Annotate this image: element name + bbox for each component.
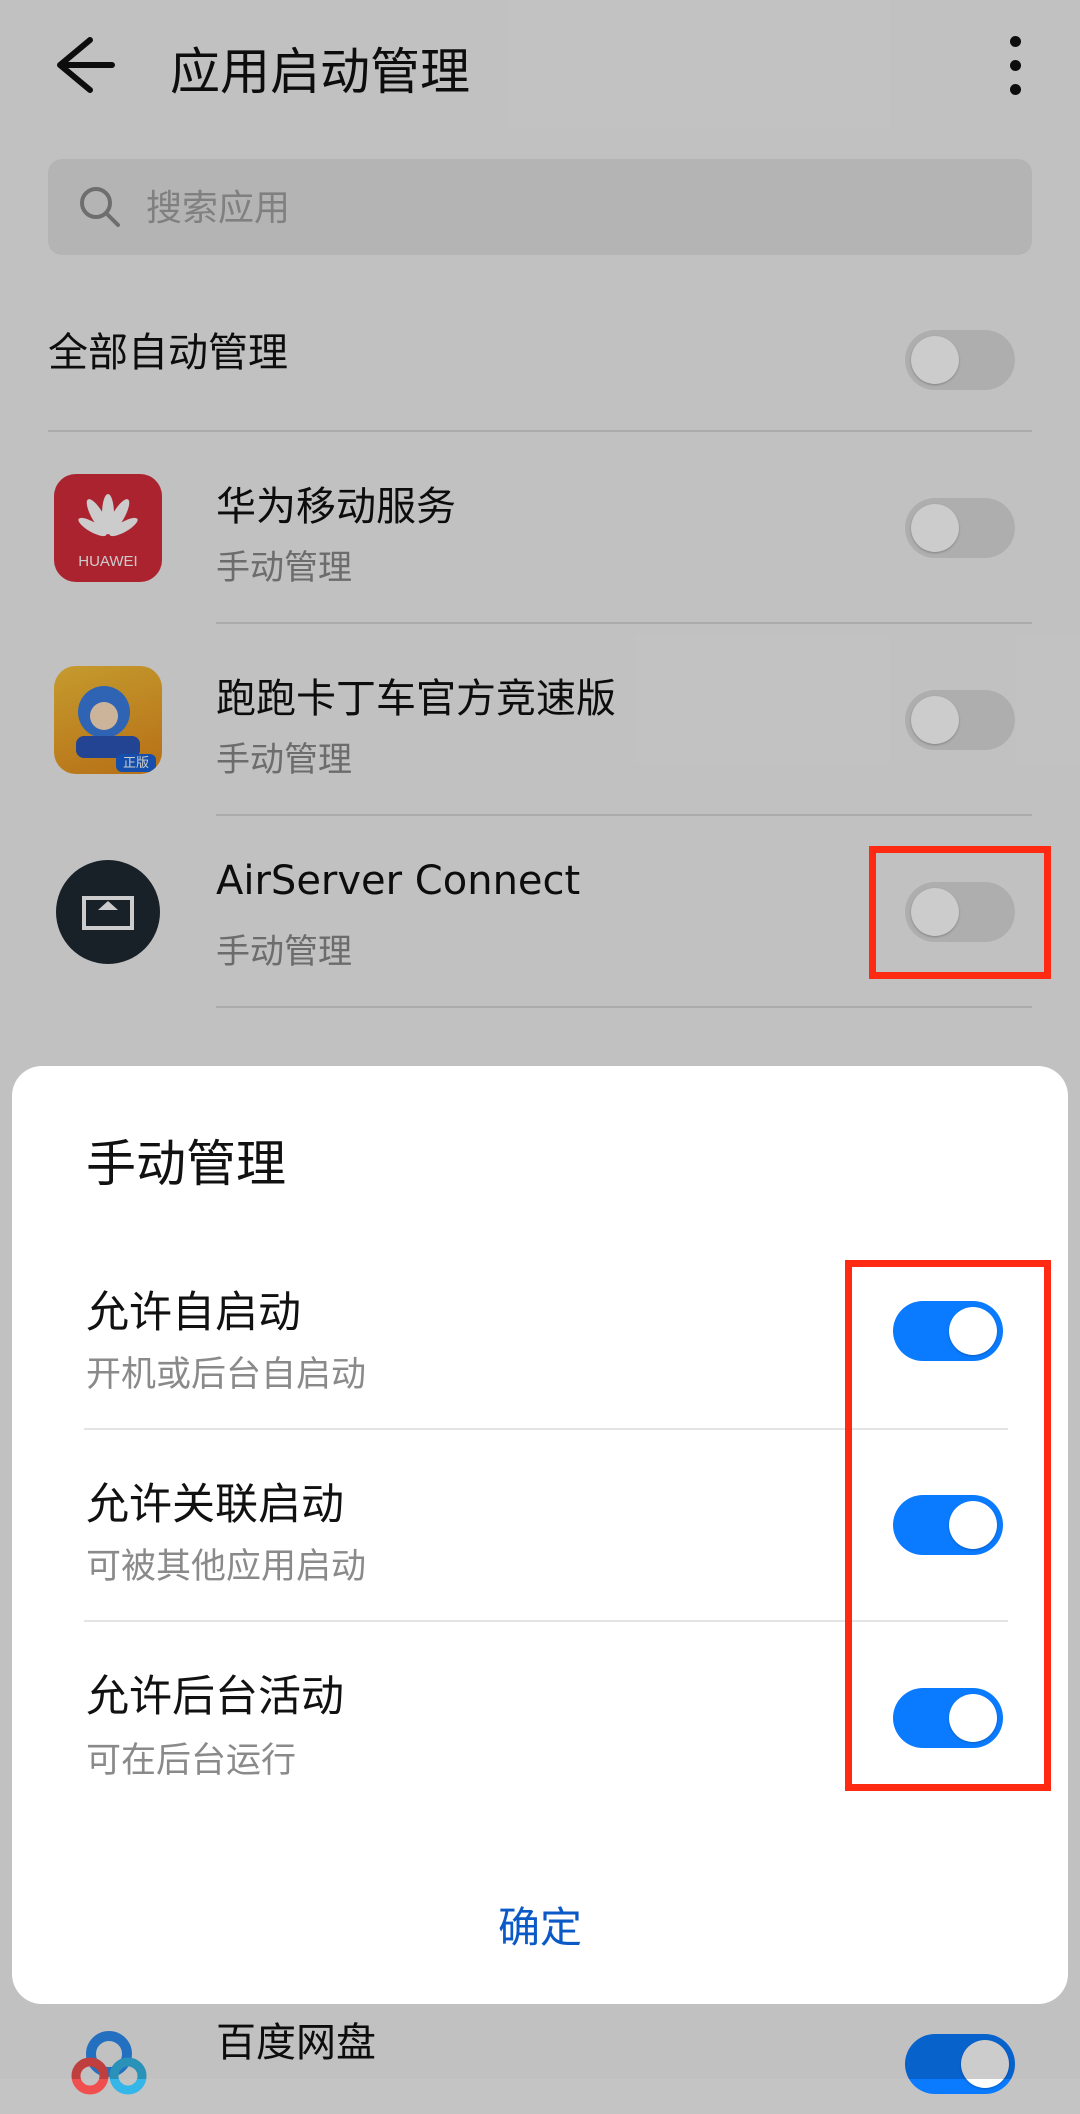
option-description: 可被其他应用启动 (86, 1547, 367, 1587)
option-label: 允许关联启动 (86, 1480, 344, 1530)
option-label: 允许后台活动 (86, 1672, 344, 1722)
dialog-title: 手动管理 (86, 1135, 286, 1193)
option-description: 开机或后台自启动 (86, 1355, 367, 1395)
option-label: 允许自启动 (86, 1288, 301, 1338)
highlight-box-dialog-toggles (845, 1260, 1051, 1791)
confirm-button[interactable]: 确定 (440, 1886, 640, 1970)
option-description: 可在后台运行 (86, 1741, 297, 1781)
highlight-box-airserver-toggle (869, 846, 1051, 979)
